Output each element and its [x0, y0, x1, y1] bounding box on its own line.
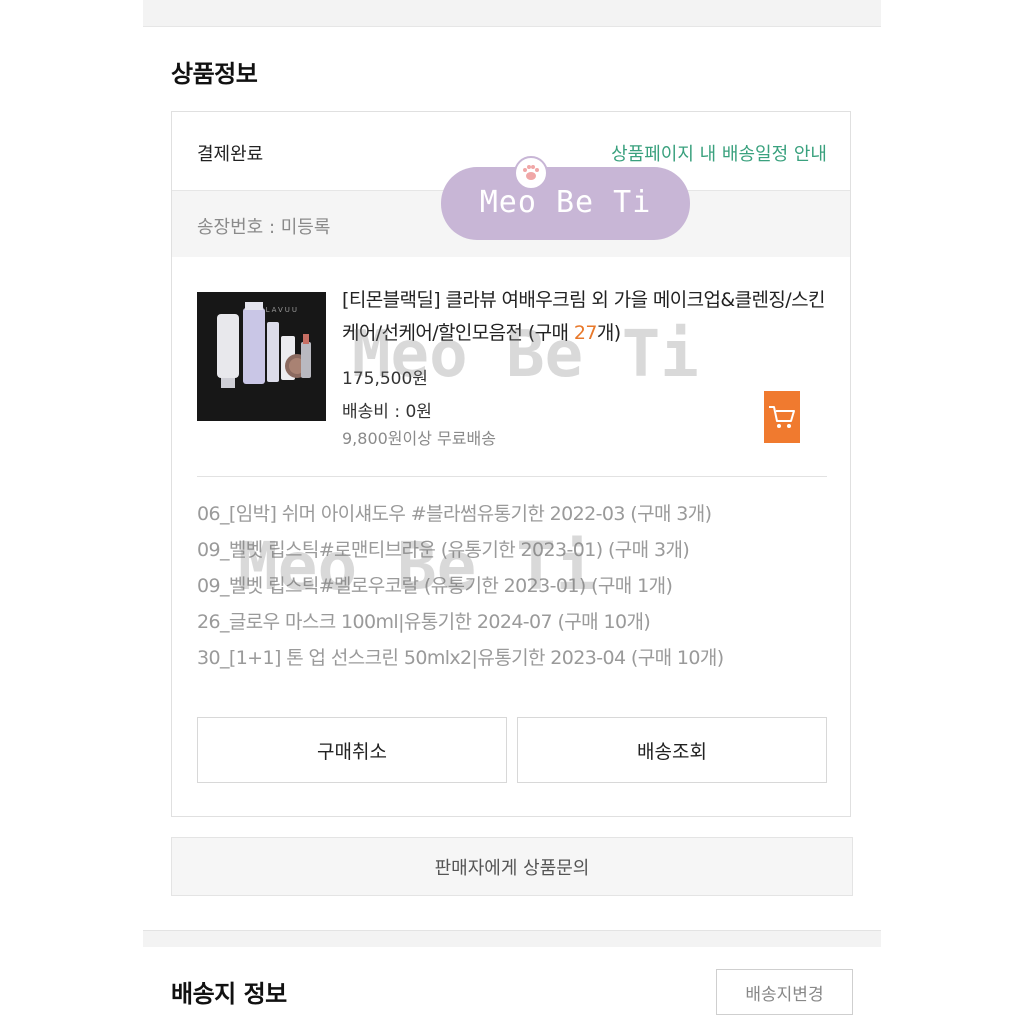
option-item: 09_벨벳 립스틱#로맨티브라운 (유통기한 2023-01) (구매 3개): [197, 539, 690, 561]
product-title[interactable]: [티몬블랙딜] 클라뷰 여배우크림 외 가을 메이크업&클렌징/스킨케어/선케어…: [342, 284, 832, 350]
watermark-badge-text: Meo Be Ti: [479, 185, 652, 220]
middle-gray-band: [143, 930, 881, 947]
shopping-cart-icon: [769, 406, 795, 428]
product-thumbnail[interactable]: KLAVUU: [197, 292, 326, 421]
watermark-badge: Meo Be Ti: [441, 167, 690, 240]
change-address-button[interactable]: 배송지변경: [716, 969, 853, 1015]
top-gray-band: [143, 0, 881, 27]
product-image-graphic: [217, 302, 311, 388]
option-item: 09_벨벳 립스틱#멜로우코랄 (유통기한 2023-01) (구매 1개): [197, 575, 673, 597]
shipping-fee: 배송비 : 0원: [342, 402, 432, 422]
free-shipping-note: 9,800원이상 무료배송: [342, 429, 496, 448]
order-status: 결제완료: [197, 144, 264, 165]
shipping-schedule-link[interactable]: 상품페이지 내 배송일정 안내: [611, 140, 827, 166]
product-info-title: 상품정보: [171, 60, 258, 88]
option-item: 06_[임박] 쉬머 아이섀도우 #블라썸유통기한 2022-03 (구매 3개…: [197, 503, 712, 525]
option-item: 30_[1+1] 톤 업 선스크린 50mlx2|유통기한 2023-04 (구…: [197, 647, 724, 669]
add-to-cart-button[interactable]: [764, 391, 800, 443]
cat-paw-icon: [514, 156, 548, 190]
product-quantity: 27: [573, 322, 598, 344]
track-shipment-button[interactable]: 배송조회: [517, 717, 827, 783]
option-item: 26_글로우 마스크 100ml|유통기한 2024-07 (구매 10개): [197, 611, 651, 633]
tracking-number: 송장번호 : 미등록: [197, 217, 331, 238]
paw-glyph: [523, 165, 539, 180]
option-list: 06_[임박] 쉬머 아이섀도우 #블라썸유통기한 2022-03 (구매 3개…: [197, 496, 837, 676]
seller-inquiry-button[interactable]: 판매자에게 상품문의: [171, 837, 853, 896]
product-divider: [197, 476, 827, 477]
product-price: 175,500원: [342, 369, 428, 389]
product-title-end: 개): [596, 322, 621, 344]
cancel-purchase-button[interactable]: 구매취소: [197, 717, 507, 783]
shipping-info-title: 배송지 정보: [171, 980, 287, 1008]
